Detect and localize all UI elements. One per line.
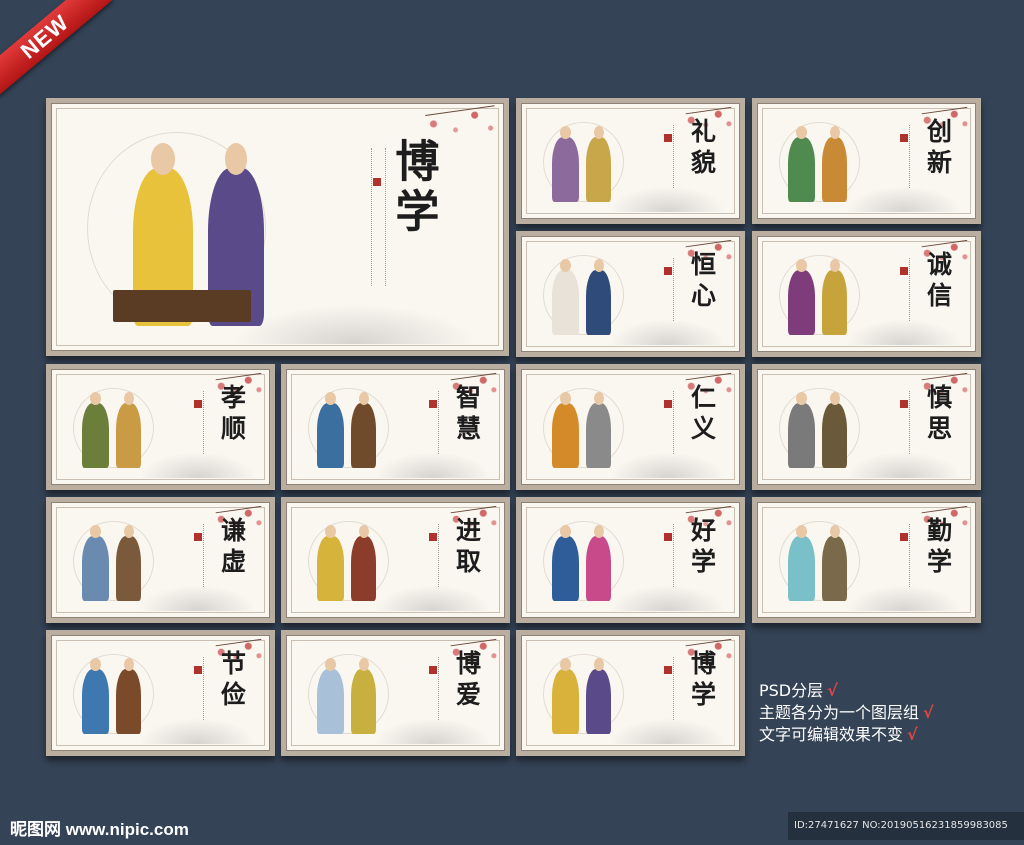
panel-title: 智慧 <box>452 383 482 446</box>
panel-title: 谦虚 <box>217 516 247 579</box>
panel-title: 礼貌 <box>687 117 717 180</box>
panel-title: 博学 <box>687 649 717 712</box>
theme-panel: 勤学 <box>752 497 981 623</box>
theme-panel: 智慧 <box>281 364 510 490</box>
main-panel: 博学 <box>46 98 509 356</box>
theme-panel: 恒心 <box>516 231 745 357</box>
theme-panel: 诚信 <box>752 231 981 357</box>
main-panel-title: 博学 <box>387 138 439 239</box>
image-id: ID:27471627 NO:20190516231859983085 <box>788 812 1024 840</box>
panel-title: 慎思 <box>923 383 953 446</box>
feature-notes: PSD分层 √ 主题各分为一个图层组 √ 文字可编辑效果不变 √ <box>759 680 934 746</box>
site-logo[interactable]: 昵图网 www.nipic.com <box>10 815 189 840</box>
note-line-1: PSD分层 <box>759 681 824 700</box>
theme-panel: 礼貌 <box>516 98 745 224</box>
panel-title: 好学 <box>687 516 717 579</box>
panel-title: 创新 <box>923 117 953 180</box>
theme-panel: 创新 <box>752 98 981 224</box>
theme-panel: 慎思 <box>752 364 981 490</box>
theme-panel: 进取 <box>281 497 510 623</box>
note-line-3: 文字可编辑效果不变 <box>759 725 904 744</box>
panel-title: 博爱 <box>452 649 482 712</box>
check-icon: √ <box>923 703 934 722</box>
panel-title: 孝顺 <box>217 383 247 446</box>
panel-title: 勤学 <box>923 516 953 579</box>
check-icon: √ <box>827 681 838 700</box>
new-ribbon: NEW <box>0 0 113 97</box>
theme-panel: 好学 <box>516 497 745 623</box>
theme-panel: 仁义 <box>516 364 745 490</box>
panel-title: 节俭 <box>217 649 247 712</box>
panel-title: 诚信 <box>923 250 953 313</box>
theme-panel: 博爱 <box>281 630 510 756</box>
theme-panel: 谦虚 <box>46 497 275 623</box>
check-icon: √ <box>907 725 918 744</box>
panel-title: 恒心 <box>687 250 717 313</box>
theme-panel: 节俭 <box>46 630 275 756</box>
theme-panel: 孝顺 <box>46 364 275 490</box>
note-line-2: 主题各分为一个图层组 <box>759 703 920 722</box>
panel-title: 仁义 <box>687 383 717 446</box>
panel-title: 进取 <box>452 516 482 579</box>
theme-panel: 博学 <box>516 630 745 756</box>
